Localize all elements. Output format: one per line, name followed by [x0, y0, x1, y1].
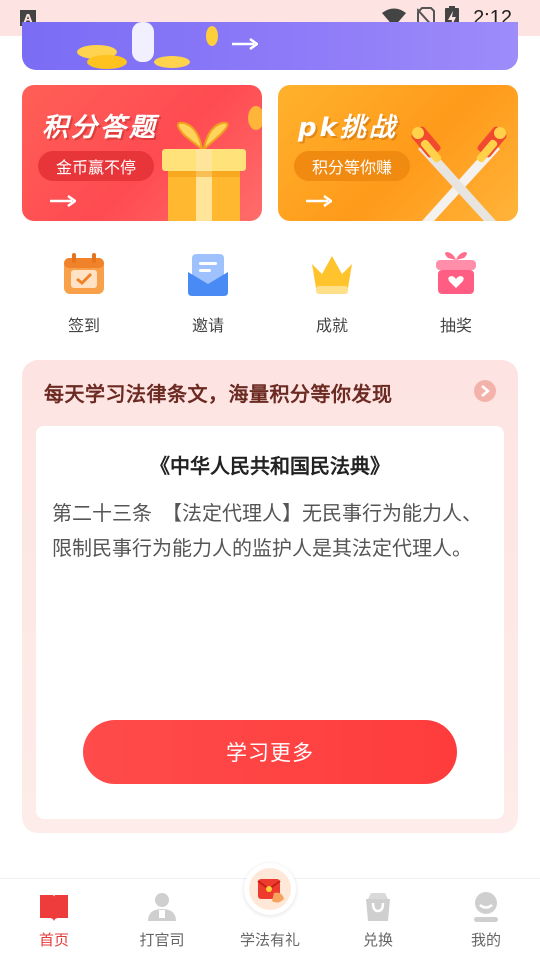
study-more-button[interactable]: 学习更多: [83, 720, 457, 784]
calendar-check-icon: [64, 253, 104, 294]
nav-label: 我的: [470, 931, 501, 949]
arrow-right-icon: [306, 195, 332, 207]
arrow-right-icon: [50, 195, 76, 207]
nav-center-badge: [244, 863, 296, 915]
nav-label: 首页: [38, 931, 69, 949]
law-book-title: 《中华人民共和国民法典》: [150, 454, 390, 478]
book-icon: [40, 895, 68, 921]
bottom-nav: 首页 打官司 学法有礼 兑换 我的: [0, 863, 540, 960]
chevron-right-icon: [481, 385, 490, 397]
envelope-icon: [188, 254, 228, 296]
card-title: 积分答题: [42, 113, 159, 143]
daily-law-section: 每天学习法律条文，海量积分等你发现 《中华人民共和国民法典》 第二十三条 【法定…: [22, 360, 518, 833]
pk-challenge-card[interactable]: pk挑战 积分等你赚: [278, 85, 518, 221]
card-subtitle-pill: 积分等你赚: [294, 151, 411, 181]
top-banner[interactable]: [22, 22, 518, 70]
crossed-swords-illustration: [411, 126, 507, 221]
quick-action-checkin[interactable]: 签到: [22, 244, 146, 340]
more-button[interactable]: [474, 380, 496, 402]
nav-home[interactable]: 首页: [0, 879, 108, 960]
shopping-bag-icon: [366, 893, 390, 921]
gift-box-illustration: [162, 121, 246, 221]
quick-action-invite[interactable]: 邀请: [146, 244, 270, 340]
nav-mine[interactable]: 我的: [432, 879, 540, 960]
quick-actions: 签到 邀请 成就 抽奖: [22, 244, 518, 340]
arrow-right-icon: [232, 38, 258, 50]
nav-label: 兑换: [362, 931, 393, 949]
law-article-card: 《中华人民共和国民法典》 第二十三条 【法定代理人】无民事行为能力人、限制民事行…: [36, 426, 504, 819]
points-quiz-card[interactable]: 积分答题 金币赢不停: [22, 85, 262, 221]
nav-label: 学法有礼: [239, 931, 300, 949]
crown-icon: [312, 256, 352, 294]
red-envelope-icon: [249, 868, 291, 910]
coins-icon: [77, 22, 218, 69]
quick-action-label: 邀请: [191, 316, 224, 335]
quick-action-achievement[interactable]: 成就: [270, 244, 394, 340]
law-section-heading: 每天学习法律条文，海量积分等你发现: [44, 382, 393, 406]
nav-learn-law-gifts[interactable]: 学法有礼: [216, 863, 324, 960]
user-icon: [474, 892, 498, 922]
nav-label: 打官司: [139, 931, 185, 949]
nav-lawsuit[interactable]: 打官司: [108, 879, 216, 960]
quick-action-label: 抽奖: [439, 316, 472, 335]
quick-action-label: 签到: [67, 316, 100, 335]
gift-box-icon: [436, 252, 476, 294]
quick-action-label: 成就: [315, 316, 348, 335]
lawyer-icon: [148, 893, 176, 921]
nav-exchange[interactable]: 兑换: [324, 879, 432, 960]
card-subtitle-pill: 金币赢不停: [38, 151, 155, 181]
law-article-text: 第二十三条 【法定代理人】无民事行为能力人、限制民事行为能力人的监护人是其法定代…: [52, 501, 482, 560]
quick-action-lottery[interactable]: 抽奖: [394, 244, 518, 340]
card-title: pk挑战: [298, 113, 398, 143]
